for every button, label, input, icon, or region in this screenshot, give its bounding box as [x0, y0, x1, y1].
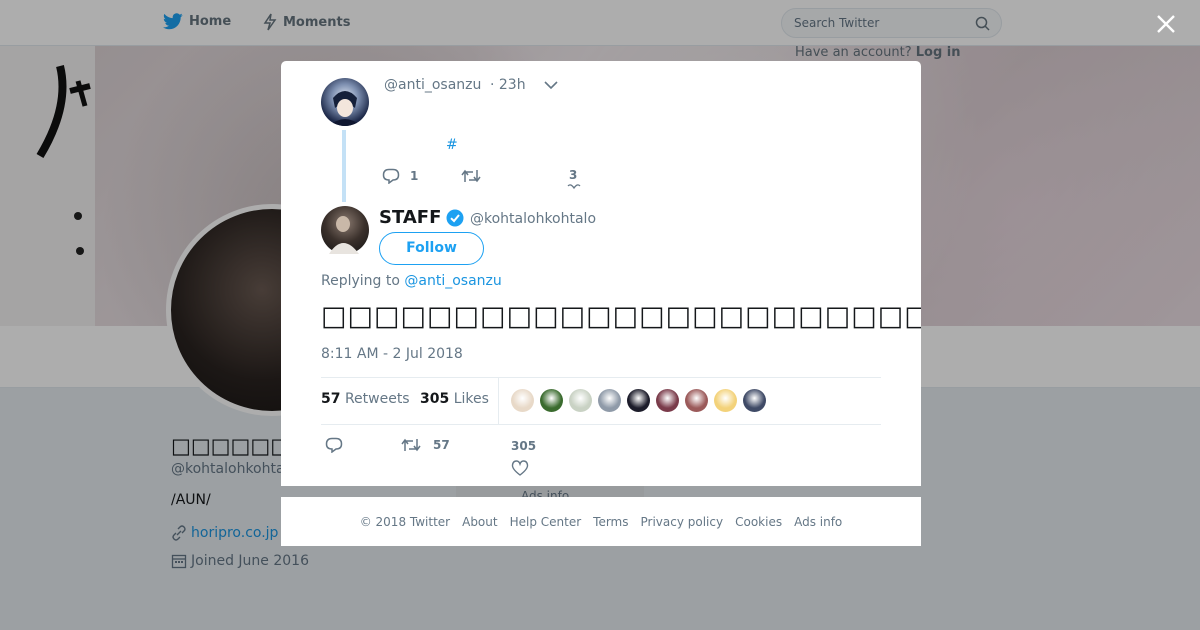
footer-help-link[interactable]: Help Center: [510, 515, 582, 529]
liker-avatar[interactable]: [685, 389, 708, 412]
parent-reply-button[interactable]: 1: [382, 168, 418, 184]
verified-badge-icon: [446, 209, 464, 226]
footer-copyright: © 2018 Twitter: [359, 514, 451, 529]
liker-avatar[interactable]: [511, 389, 534, 412]
parent-tweet-time[interactable]: · 23h: [490, 77, 526, 93]
heart-icon: [567, 184, 581, 190]
liker-avatars: [511, 389, 766, 412]
parent-reply-count: 1: [410, 169, 419, 183]
replying-to-mention[interactable]: @anti_osanzu: [404, 273, 501, 289]
close-modal-button[interactable]: [1154, 12, 1178, 36]
parent-avatar-image: [329, 91, 361, 126]
parent-tweet-handle[interactable]: @anti_osanzu: [384, 77, 481, 93]
retweet-button[interactable]: 57: [401, 437, 450, 453]
thread-connector: [342, 130, 346, 202]
footer-about-link[interactable]: About: [462, 515, 497, 529]
replying-to: Replying to @anti_osanzu: [321, 273, 502, 289]
like-button[interactable]: 305: [511, 439, 536, 476]
liker-avatar[interactable]: [714, 389, 737, 412]
liker-avatar[interactable]: [540, 389, 563, 412]
parent-like-button[interactable]: 3: [567, 168, 581, 190]
likes-stat[interactable]: 305 Likes: [420, 391, 489, 407]
footer-ads-link[interactable]: Ads info: [794, 515, 842, 529]
close-icon: [1157, 15, 1175, 33]
tweet-modal: @anti_osanzu · 23h # 1 3 STAFF @kohtaloh…: [281, 61, 921, 486]
modal-footer: © 2018 Twitter About Help Center Terms P…: [281, 497, 921, 546]
heart-icon: [511, 460, 529, 476]
liker-avatar[interactable]: [656, 389, 679, 412]
liker-avatar[interactable]: [627, 389, 650, 412]
main-tweet-avatar[interactable]: [321, 206, 369, 254]
retweet-icon: [461, 169, 481, 183]
reply-icon: [325, 437, 343, 454]
like-action-count: 305: [511, 439, 537, 453]
footer-privacy-link[interactable]: Privacy policy: [641, 515, 724, 529]
liker-avatar[interactable]: [598, 389, 621, 412]
reply-button[interactable]: [325, 437, 343, 457]
retweet-action-count: 57: [433, 438, 450, 452]
main-avatar-image: [329, 216, 359, 254]
parent-like-count: 3: [569, 168, 578, 182]
liker-avatar[interactable]: [743, 389, 766, 412]
footer-cookies-link[interactable]: Cookies: [735, 515, 782, 529]
retweets-count: 57: [321, 391, 341, 407]
retweet-icon: [401, 438, 421, 452]
retweets-stat[interactable]: 57 Retweets: [321, 391, 410, 407]
parent-tweet-hashtag[interactable]: #: [446, 137, 458, 153]
parent-retweet-button[interactable]: [461, 168, 481, 188]
stats-divider: [498, 378, 499, 425]
likes-count: 305: [420, 391, 450, 407]
footer-terms-link[interactable]: Terms: [593, 515, 628, 529]
tweet-stats: 57 Retweets 305 Likes: [321, 377, 881, 425]
reply-icon: [382, 168, 400, 184]
follow-button[interactable]: Follow: [379, 232, 484, 265]
likes-label: Likes: [453, 391, 489, 407]
chevron-down-icon[interactable]: [543, 79, 559, 91]
main-tweet-handle[interactable]: @kohtalohkohtalo: [470, 211, 596, 227]
main-tweet-name: STAFF: [379, 207, 442, 228]
retweets-label: Retweets: [344, 391, 410, 407]
tweet-text: □□□□□□□□□□□□□□□□□□□□□□□□□□□□□□□□□□□□□□□□…: [321, 301, 921, 332]
parent-tweet-avatar[interactable]: [321, 78, 369, 126]
liker-avatar[interactable]: [569, 389, 592, 412]
tweet-timestamp[interactable]: 8:11 AM - 2 Jul 2018: [321, 346, 463, 362]
main-tweet-author[interactable]: STAFF: [379, 207, 464, 228]
replying-to-label: Replying to: [321, 273, 400, 289]
